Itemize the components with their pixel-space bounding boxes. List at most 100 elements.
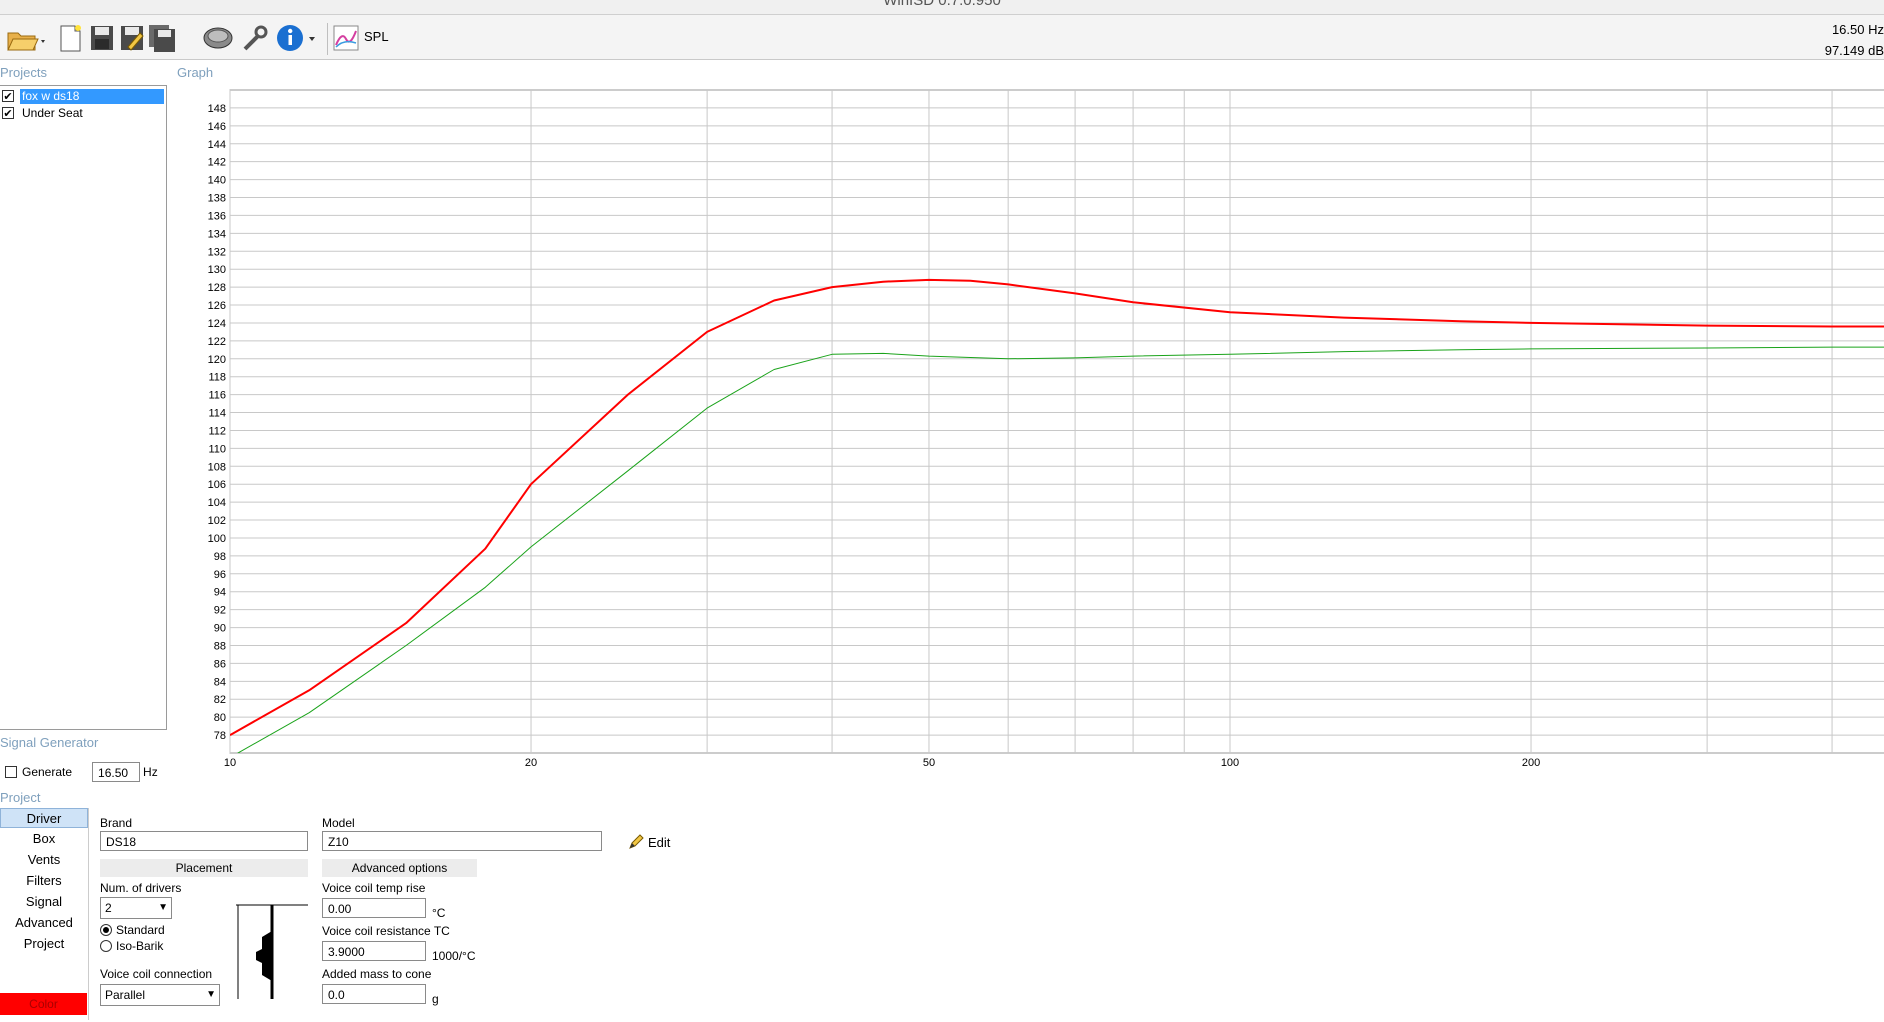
nav-filters[interactable]: Filters <box>0 871 88 891</box>
y-tick-label: 114 <box>208 408 226 420</box>
num-drivers-label: Num. of drivers <box>100 881 182 895</box>
spl-label[interactable]: SPL <box>364 29 389 44</box>
project-checkbox[interactable]: ✔ <box>2 90 14 103</box>
edit-label: Edit <box>648 834 671 850</box>
nav-signal[interactable]: Signal <box>0 892 88 912</box>
project-item[interactable]: ✔ fox w ds18 <box>0 88 164 104</box>
advanced-options-header: Advanced options <box>322 859 477 877</box>
y-tick-label: 96 <box>214 569 226 581</box>
vc-temp-rise-label: Voice coil temp rise <box>322 881 426 895</box>
cursor-level: 97.149 dB <box>1824 43 1884 58</box>
y-tick-label: 106 <box>208 479 226 491</box>
cursor-frequency: 16.50 Hz <box>1831 22 1884 37</box>
isobarik-label: Iso-Barik <box>116 939 164 953</box>
window-title: WinISD 0.7.0.950 <box>883 0 1001 9</box>
save-all-button[interactable] <box>146 23 178 53</box>
pencil-icon <box>629 834 644 849</box>
save-button[interactable] <box>86 23 118 53</box>
project-checkbox[interactable]: ✔ <box>2 107 14 120</box>
standard-radio[interactable]: Standard <box>100 923 165 937</box>
nav-driver[interactable]: Driver <box>0 808 88 828</box>
project-section-label: Project <box>0 790 41 805</box>
y-tick-label: 124 <box>208 318 226 330</box>
y-tick-label: 102 <box>208 515 226 527</box>
isobarik-radio-dot[interactable] <box>100 940 112 952</box>
save-all-icon <box>149 25 175 52</box>
standard-label: Standard <box>116 923 165 937</box>
chevron-down-icon: ▼ <box>206 989 216 1000</box>
y-tick-label: 132 <box>208 246 226 258</box>
project-name[interactable]: fox w ds18 <box>20 88 164 104</box>
y-tick-label: 136 <box>208 210 226 222</box>
num-drivers-select[interactable]: 2 ▼ <box>100 897 172 919</box>
y-tick-label: 104 <box>208 497 226 509</box>
brand-label: Brand <box>100 816 133 830</box>
y-tick-label: 118 <box>208 372 226 384</box>
added-mass-input[interactable]: 0.0 <box>322 984 426 1004</box>
nav-box[interactable]: Box <box>0 829 88 849</box>
generate-checkbox[interactable] <box>5 766 17 778</box>
y-tick-label: 108 <box>208 461 226 473</box>
options-button[interactable] <box>238 23 270 53</box>
signal-generator-label: Signal Generator <box>0 735 99 750</box>
open-folder-icon <box>7 32 45 51</box>
y-tick-label: 110 <box>208 443 226 455</box>
y-tick-label: 86 <box>214 658 226 670</box>
y-tick-label: 80 <box>214 712 226 724</box>
new-project-button[interactable] <box>54 23 86 53</box>
spl-graph[interactable]: 78 80 82 84 86 88 90 92 94 96 98 100 102 104 106 108 110… <box>200 85 1884 769</box>
y-tick-label: 144 <box>208 139 226 151</box>
x-tick-label: 20 <box>525 757 537 769</box>
vc-temp-rise-input[interactable]: 0.00 <box>322 898 426 918</box>
spl-chart[interactable]: 78 80 82 84 86 88 90 92 94 96 98 100 102 104 106 108 110… <box>200 85 1884 769</box>
spl-graph-button[interactable] <box>330 23 362 53</box>
signal-frequency-input[interactable]: 16.50 <box>92 762 141 782</box>
model-field[interactable]: Z10 <box>322 831 602 851</box>
projects-list: ✔ fox w ds18 ✔ Under Seat <box>0 85 167 730</box>
x-tick-label: 200 <box>1522 757 1540 769</box>
vc-res-tc-input[interactable]: 3.9000 <box>322 941 426 961</box>
spl-chart-icon <box>333 25 359 51</box>
nav-project[interactable]: Project <box>0 934 88 954</box>
generate-label: Generate <box>22 765 73 779</box>
standard-radio-dot[interactable] <box>100 924 112 936</box>
cursor-readout: 16.50 Hz 97.149 dB <box>1825 19 1884 61</box>
y-tick-label: 84 <box>214 676 226 688</box>
y-tick-label: 134 <box>208 228 226 240</box>
info-button[interactable] <box>274 23 320 53</box>
color-button[interactable]: Color <box>0 993 87 1015</box>
y-tick-label: 82 <box>214 694 226 706</box>
y-tick-label: 140 <box>208 175 226 187</box>
y-tick-label: 92 <box>214 605 226 617</box>
isobarik-radio[interactable]: Iso-Barik <box>100 939 163 953</box>
project-item[interactable]: ✔ Under Seat <box>0 105 164 121</box>
vc-res-tc-label: Voice coil resistance TC <box>322 924 450 938</box>
brand-field[interactable]: DS18 <box>100 831 308 851</box>
edit-driver-button[interactable]: Edit <box>628 834 670 850</box>
x-tick-label: 100 <box>1221 757 1239 769</box>
chevron-down-icon: ▼ <box>158 902 168 913</box>
y-tick-label: 100 <box>208 533 226 545</box>
driver-editor-button[interactable] <box>202 23 234 53</box>
y-tick-label: 146 <box>208 121 226 133</box>
info-icon <box>277 25 315 51</box>
y-tick-label: 78 <box>214 730 226 742</box>
open-folder-button[interactable] <box>4 23 48 53</box>
nav-advanced[interactable]: Advanced <box>0 913 88 933</box>
signal-frequency-unit: Hz <box>143 765 158 779</box>
y-tick-label: 98 <box>214 551 226 563</box>
projects-label: Projects <box>0 65 47 80</box>
y-tick-label: 138 <box>208 193 226 205</box>
y-tick-label: 94 <box>214 587 226 599</box>
toolbar-separator <box>327 23 328 55</box>
nav-vents[interactable]: Vents <box>0 850 88 870</box>
added-mass-unit: g <box>432 992 439 1006</box>
y-tick-label: 116 <box>208 390 226 402</box>
driver-placement-diagram <box>236 904 308 999</box>
vc-connection-select[interactable]: Parallel ▼ <box>100 984 220 1006</box>
y-tick-label: 128 <box>208 282 226 294</box>
save-icon <box>91 26 113 50</box>
save-as-icon <box>121 26 144 51</box>
save-as-button[interactable] <box>116 23 148 53</box>
project-name[interactable]: Under Seat <box>20 106 164 121</box>
